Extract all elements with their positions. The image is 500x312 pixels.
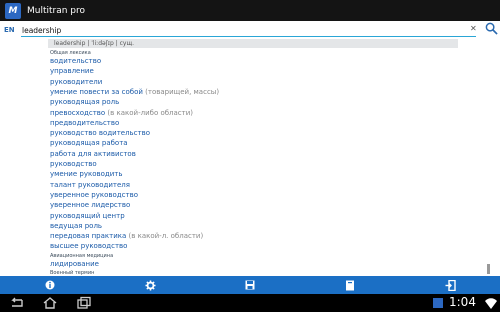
dictionary-button[interactable] (343, 278, 357, 292)
save-icon (245, 280, 255, 290)
app-logo-text: M (8, 5, 18, 16)
translation-item[interactable]: высшее руководство (50, 242, 127, 250)
settings-icon (144, 279, 156, 291)
translation-text: умение повести за собой (50, 87, 143, 96)
recent-apps-icon[interactable] (76, 296, 92, 310)
translation-item[interactable]: руководящая работа (50, 139, 128, 147)
translation-item[interactable]: превосходство (в какой-либо области) (50, 109, 193, 117)
translation-item[interactable]: водительство (50, 57, 101, 65)
translation-item[interactable]: уверенное руководство (50, 191, 138, 199)
app-bar: M Multitran pro (0, 0, 500, 21)
translation-item[interactable]: умение руководить (50, 170, 123, 178)
system-nav-bar: 1:04 (0, 294, 500, 312)
app-title: Multitran pro (27, 5, 86, 16)
translation-item[interactable]: предводительство (50, 119, 119, 127)
translation-text: предводительство (50, 118, 120, 127)
info-button[interactable] (43, 278, 57, 292)
exit-button[interactable] (443, 278, 457, 292)
wifi-icon (485, 298, 497, 309)
app-notification-icon[interactable] (430, 296, 446, 310)
translation-item[interactable]: управление (50, 67, 94, 75)
translation-text: уверенное лидерство (50, 201, 131, 210)
translation-text: руководящая работа (50, 139, 128, 148)
translation-text: талант руководителя (50, 180, 130, 189)
book-icon (346, 280, 354, 290)
entry-header-text: leadership | ˈliːdəʃɪp | сущ. (54, 40, 135, 47)
translation-text: водительство (50, 57, 102, 65)
translation-text: высшее руководство (50, 242, 128, 251)
translation-item[interactable]: руководство водительство (50, 129, 150, 137)
translation-note: (в какой-либо области) (105, 108, 194, 117)
category-label-text: Авиационная медицина (50, 252, 114, 259)
close-icon[interactable]: ✕ (470, 24, 477, 33)
translation-item[interactable]: талант руководителя (50, 181, 130, 189)
translation-text: лидирование (50, 259, 99, 268)
translation-item[interactable]: уверенное лидерство (50, 201, 130, 209)
translation-item[interactable]: руководящая роль (50, 98, 119, 106)
search-icon[interactable] (485, 22, 498, 35)
translation-text: управление (50, 67, 94, 76)
translation-item[interactable]: лидирование (50, 260, 99, 268)
clock: 1:04 (449, 295, 476, 309)
translation-text: уверенное руководство (50, 190, 138, 199)
translation-list: leadership | ˈliːdəʃɪp | сущ. Общая лекс… (0, 39, 500, 276)
category-label-text: Общая лексика (50, 50, 91, 56)
back-icon[interactable] (8, 296, 24, 310)
scrollbar[interactable] (487, 264, 490, 274)
translation-text: руководство водительство (50, 129, 151, 138)
settings-button[interactable] (143, 278, 157, 292)
search-row: EN ✕ (0, 21, 500, 39)
exit-icon (445, 279, 456, 291)
bottom-toolbar (0, 276, 500, 294)
translation-text: руководство (50, 160, 97, 168)
translation-item[interactable]: руководители (50, 78, 102, 86)
category-label: Общая лексика (50, 50, 91, 56)
translation-item[interactable]: умение повести за собой (товарищей, масс… (50, 88, 219, 96)
category-label: Авиационная медицина (50, 253, 113, 259)
translation-text: руководящая роль (50, 98, 120, 107)
language-selector[interactable]: EN (4, 26, 15, 34)
save-button[interactable] (243, 278, 257, 292)
translation-text: руководители (50, 77, 103, 86)
translation-text: умение руководить (50, 170, 123, 179)
translation-text: передовая практика (50, 232, 127, 241)
home-icon[interactable] (42, 296, 58, 310)
translation-text: работа для активистов (50, 149, 136, 158)
translation-note: (в какой-л. области) (126, 232, 204, 241)
translation-item[interactable]: руководящий центр (50, 212, 125, 220)
translation-note: (товарищей, массы) (142, 87, 220, 96)
translation-item[interactable]: ведущая роль (50, 222, 102, 230)
app-logo-icon[interactable]: M (5, 2, 21, 19)
info-icon (45, 280, 55, 290)
translation-text: руководящий центр (50, 211, 125, 220)
search-input[interactable] (21, 24, 476, 37)
translation-text: ведущая роль (50, 221, 103, 230)
translation-item[interactable]: руководство (50, 160, 97, 168)
translation-text: превосходство (50, 108, 106, 117)
translation-item[interactable]: передовая практика (в какой-л. области) (50, 232, 203, 240)
translation-item[interactable]: работа для активистов (50, 150, 136, 158)
